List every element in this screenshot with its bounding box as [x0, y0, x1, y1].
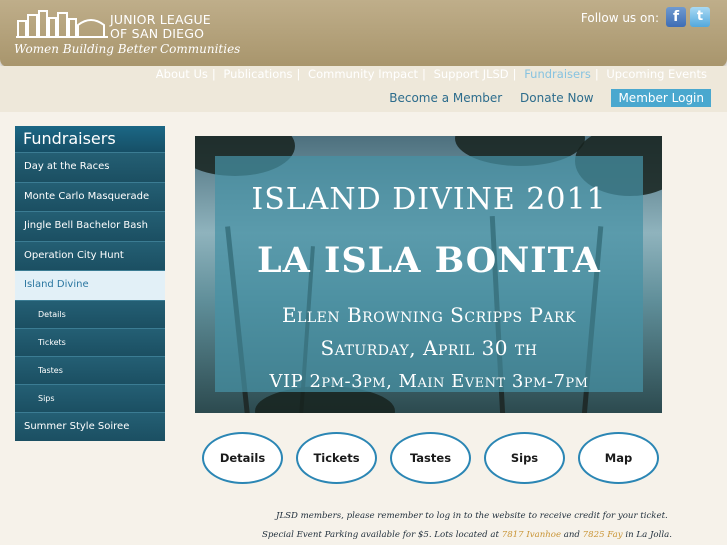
sidebar-item-operation-city-hunt[interactable]: Operation City Hunt [15, 240, 165, 270]
address-link-fay[interactable]: 7825 Fay [583, 530, 623, 540]
banner-venue: Ellen Browning Scripps Park [281, 303, 577, 327]
nav-separator: | [296, 67, 301, 81]
tickets-button[interactable]: Tickets [296, 432, 377, 484]
nav-separator: | [211, 67, 216, 81]
sidebar-item-day-at-the-races[interactable]: Day at the Races [15, 152, 165, 182]
sidebar-title: Fundraisers [15, 126, 165, 152]
follow-label: Follow us on: [580, 11, 659, 25]
banner-theme: LA ISLA BONITA [257, 240, 601, 281]
address-link-ivanhoe[interactable]: 7817 Ivanhoe [502, 530, 561, 540]
sidebar-item-island-divine[interactable]: Island Divine [15, 270, 165, 300]
event-banner: ISLAND DIVINE 2011 LA ISLA BONITA Ellen … [195, 136, 662, 413]
map-button[interactable]: Map [578, 432, 659, 484]
skyline-logo-icon[interactable] [16, 9, 108, 39]
tagline: Women Building Better Communities [14, 42, 241, 56]
banner-event-title: ISLAND DIVINE 2011 [251, 182, 607, 217]
sidebar-item-monte-carlo-masquerade[interactable]: Monte Carlo Masquerade [15, 181, 165, 211]
become-member-link[interactable]: Become a Member [389, 91, 502, 105]
sidebar-subitem-tastes[interactable]: Tastes [15, 355, 165, 384]
nav-support-jlsd[interactable]: Support JLSD [430, 67, 513, 81]
nav-community-impact[interactable]: Community Impact [304, 67, 422, 81]
banner-times: VIP 2pm-3pm, Main Event 3pm-7pm [269, 371, 589, 392]
donate-link[interactable]: Donate Now [520, 91, 594, 105]
nav-publications[interactable]: Publications [219, 67, 296, 81]
twitter-icon[interactable]: t [690, 7, 710, 27]
parking-note-suffix: in La Jolla. [622, 530, 672, 540]
top-nav: About Us | Publications | Community Impact… [152, 67, 711, 81]
parking-note: Special Event Parking available for $5. … [262, 530, 672, 540]
parking-note-mid: and [561, 530, 583, 540]
member-login-button[interactable]: Member Login [611, 89, 711, 107]
member-credit-note: JLSD members, please remember to log in … [276, 511, 668, 521]
nav-separator: | [422, 67, 426, 81]
nav-about-us[interactable]: About Us [152, 67, 212, 81]
details-button[interactable]: Details [202, 432, 283, 484]
banner-date: Saturday, April 30 th [320, 336, 538, 360]
sidebar-subitem-tickets[interactable]: Tickets [15, 327, 165, 356]
banner-text-panel: ISLAND DIVINE 2011 LA ISLA BONITA Ellen … [215, 156, 643, 392]
nav-upcoming-events[interactable]: Upcoming Events [602, 67, 711, 81]
sub-nav: Become a Member Donate Now Member Login [389, 89, 711, 107]
org-name-line2: OF SAN DIEGO [110, 26, 205, 41]
sidebar-subitem-details[interactable]: Details [15, 299, 165, 328]
nav-separator: | [594, 67, 599, 81]
nav-separator: | [512, 67, 517, 81]
sidebar: Fundraisers Day at the Races Monte Carlo… [15, 126, 165, 441]
nav-fundraisers[interactable]: Fundraisers [520, 67, 595, 81]
sidebar-item-jingle-bell-bachelor-bash[interactable]: Jingle Bell Bachelor Bash [15, 211, 165, 241]
sips-button[interactable]: Sips [484, 432, 565, 484]
site-header: JUNIOR LEAGUE OF SAN DIEGO Women Buildin… [0, 0, 727, 67]
sidebar-item-summer-style-soiree[interactable]: Summer Style Soiree [15, 411, 165, 441]
tastes-button[interactable]: Tastes [390, 432, 471, 484]
parking-note-prefix: Special Event Parking available for $5. … [262, 530, 502, 540]
facebook-icon[interactable]: f [666, 7, 686, 27]
org-name[interactable]: JUNIOR LEAGUE OF SAN DIEGO [110, 13, 211, 41]
org-name-line1: JUNIOR LEAGUE [110, 12, 211, 27]
sidebar-subitem-sips[interactable]: Sips [15, 383, 165, 412]
